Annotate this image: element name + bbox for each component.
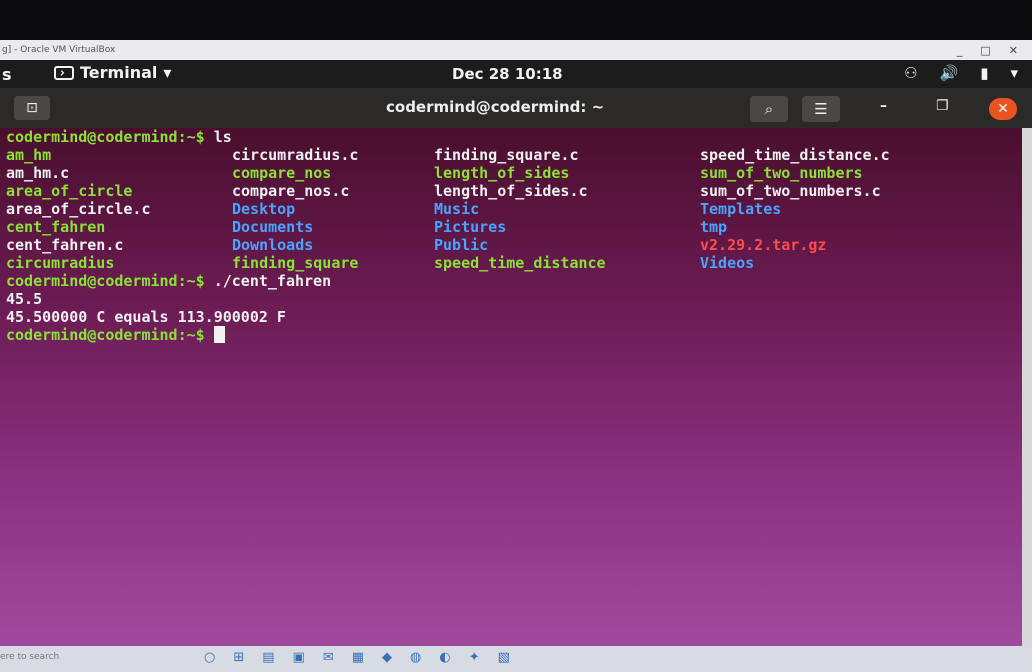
terminal-header-bar: ⊡ codermind@codermind: ~ ⌕ ☰ – ❐ ✕	[0, 88, 1032, 128]
ls-entry: finding_square.c	[434, 146, 579, 164]
ls-entry: v2.29.2.tar.gz	[700, 236, 827, 254]
host-taskbar: ere to search ○ ⊞ ▤ ▣ ✉ ▦ ◆ ◍ ◐ ✦ ▧	[0, 646, 1032, 672]
vbox-close-button[interactable]: ✕	[1009, 44, 1018, 57]
ls-entry: Templates	[700, 200, 782, 218]
ls-entry: Desktop	[232, 200, 296, 218]
ls-entry: tmp	[700, 218, 728, 236]
hamburger-menu-button[interactable]: ☰	[802, 96, 840, 122]
app-menu-label: Terminal	[80, 63, 158, 82]
taskbar-app-icon[interactable]: ○	[204, 650, 215, 665]
ls-entry: cent_fahren.c	[6, 236, 124, 254]
ls-entry: Documents	[232, 218, 314, 236]
prompt: codermind@codermind:~$	[6, 326, 205, 344]
taskbar-app-icon[interactable]: ◐	[439, 650, 450, 665]
restore-button[interactable]: ❐	[936, 98, 949, 114]
taskbar-app-icon[interactable]: ⊞	[233, 650, 244, 665]
ls-entry: area_of_circle	[6, 182, 133, 200]
ls-entry: area_of_circle.c	[6, 200, 151, 218]
terminal-app-icon	[54, 65, 74, 80]
vbox-maximize-button[interactable]: □	[980, 44, 990, 57]
command-text: ./cent_fahren	[204, 272, 332, 290]
ls-entry: Public	[434, 236, 489, 254]
virtualbox-title: g] - Oracle VM VirtualBox	[2, 45, 116, 55]
window-title: codermind@codermind: ~	[386, 98, 605, 116]
taskbar-app-icon[interactable]: ✦	[469, 650, 480, 665]
taskbar-app-icon[interactable]: ◍	[410, 650, 421, 665]
minimize-button[interactable]: –	[880, 98, 887, 114]
new-tab-button[interactable]: ⊡	[14, 96, 50, 120]
ls-entry: speed_time_distance	[434, 254, 606, 272]
chevron-down-icon: ▾	[163, 63, 172, 82]
text-cursor	[213, 326, 225, 343]
system-menu-chevron-icon[interactable]: ▾	[1010, 64, 1018, 82]
ls-entry: sum_of_two_numbers.c	[700, 182, 881, 200]
prompt: codermind@codermind:~$	[6, 272, 205, 290]
taskbar-app-icon[interactable]: ▧	[498, 650, 510, 665]
virtualbox-title-bar: g] - Oracle VM VirtualBox _ □ ✕	[0, 40, 1032, 60]
ls-entry: am_hm	[6, 146, 52, 164]
taskbar-app-icon[interactable]: ✉	[323, 650, 334, 665]
taskbar-icons: ○ ⊞ ▤ ▣ ✉ ▦ ◆ ◍ ◐ ✦ ▧	[204, 650, 510, 665]
ls-entry: Music	[434, 200, 480, 218]
clock-button[interactable]: Dec 28 10:18	[452, 65, 563, 83]
taskbar-app-icon[interactable]: ◆	[382, 650, 392, 665]
close-button[interactable]: ✕	[989, 98, 1017, 120]
command-text: ls	[204, 128, 232, 146]
prompt: codermind@codermind:~$	[6, 128, 205, 146]
terminal-line-command-ls: codermind@codermind:~$ ls	[6, 128, 232, 146]
ls-entry: cent_fahren	[6, 218, 106, 236]
taskbar-app-icon[interactable]: ▤	[262, 650, 274, 665]
ls-entry: sum_of_two_numbers	[700, 164, 863, 182]
taskbar-app-icon[interactable]: ▦	[352, 650, 364, 665]
system-tray[interactable]: ⚇ 🔊 ▮ ▾	[904, 64, 1018, 82]
ls-entry: Videos	[700, 254, 755, 272]
taskbar-search-input[interactable]: ere to search	[0, 652, 59, 662]
activities-button[interactable]: s	[2, 65, 12, 84]
terminal-line-output: 45.500000 C equals 113.900002 F	[6, 308, 286, 326]
ls-entry: circumradius	[6, 254, 115, 272]
ls-entry: compare_nos.c	[232, 182, 350, 200]
ls-entry: speed_time_distance.c	[700, 146, 890, 164]
terminal-line-current-prompt: codermind@codermind:~$	[6, 326, 225, 344]
ls-entry: Pictures	[434, 218, 507, 236]
ls-entry: Downloads	[232, 236, 314, 254]
ls-entry: length_of_sides	[434, 164, 570, 182]
ubuntu-top-panel: s Terminal ▾ Dec 28 10:18 ⚇ 🔊 ▮ ▾	[0, 60, 1032, 88]
ls-entry: length_of_sides.c	[434, 182, 588, 200]
app-menu-button[interactable]: Terminal ▾	[54, 63, 171, 82]
ls-entry: am_hm.c	[6, 164, 70, 182]
volume-icon[interactable]: 🔊	[940, 64, 959, 82]
ls-entry: finding_square	[232, 254, 359, 272]
terminal-output[interactable]: codermind@codermind:~$ ls am_hm am_hm.c ar…	[0, 128, 1022, 646]
battery-icon[interactable]: ▮	[980, 64, 988, 82]
taskbar-app-icon[interactable]: ▣	[293, 650, 305, 665]
search-button[interactable]: ⌕	[750, 96, 788, 122]
vbox-minimize-button[interactable]: _	[957, 44, 963, 57]
ls-entry: compare_nos	[232, 164, 332, 182]
network-icon[interactable]: ⚇	[904, 64, 917, 82]
terminal-line-input: 45.5	[6, 290, 43, 308]
terminal-scrollbar[interactable]	[1022, 128, 1032, 646]
terminal-line-command-run: codermind@codermind:~$ ./cent_fahren	[6, 272, 331, 290]
ls-entry: circumradius.c	[232, 146, 359, 164]
